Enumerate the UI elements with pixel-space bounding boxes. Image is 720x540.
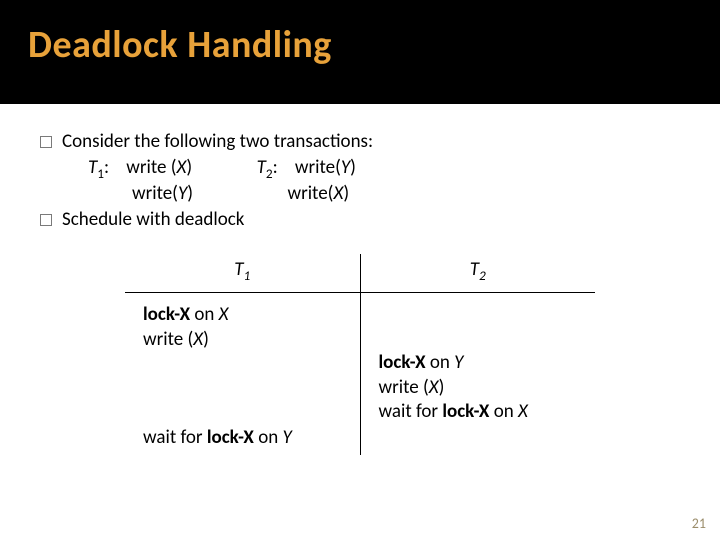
t1-sub: 1: [97, 165, 104, 182]
bullet-icon: [40, 214, 52, 226]
bullet-2-text: Schedule with deadlock: [62, 208, 244, 232]
t1-op2y: Y: [178, 182, 187, 205]
t1s3b: lock-X: [207, 426, 254, 449]
h2t: T: [470, 258, 479, 281]
t2s1a: lock-X: [379, 351, 426, 374]
slide-body: Consider the following two transactions:…: [0, 104, 720, 455]
t2-gap: [379, 303, 582, 351]
h1t: T: [234, 258, 243, 281]
t1-step-1: lock-X on X: [143, 303, 346, 328]
t2-label: T: [257, 156, 266, 179]
bullet-1-text: Consider the following two transactions:: [62, 130, 373, 154]
t1s2b: X: [193, 328, 203, 351]
deadlock-table: T1 T2 lock-X on X write (X) wait for loc…: [125, 254, 595, 455]
t2s3a: wait for: [379, 400, 443, 423]
cell-t2: lock-X on Y write (X) wait for lock-X on…: [360, 293, 595, 456]
title-bar: Deadlock Handling: [0, 0, 720, 104]
t1-label: T: [88, 156, 97, 179]
t1-op2a: write(: [132, 182, 178, 205]
t2-step-3: wait for lock-X on X: [379, 400, 582, 425]
t1s3a: wait for: [143, 426, 207, 449]
t2s3d: X: [518, 400, 528, 423]
gap1: [192, 156, 256, 179]
t2-step-2: write (X): [379, 376, 582, 401]
page-number: 21: [692, 515, 706, 532]
t2s2b: X: [429, 376, 439, 399]
t2-step-1: lock-X on Y: [379, 351, 582, 376]
slide-title: Deadlock Handling: [28, 22, 692, 68]
t2s3c: on: [489, 400, 518, 423]
t2-op2b: ): [343, 182, 349, 205]
t1-op1a: : write (: [104, 156, 177, 179]
t2s2a: write (: [379, 376, 429, 399]
t2s1b: on: [426, 351, 455, 374]
t1-gap: [143, 352, 346, 426]
t2s3b: lock-X: [442, 400, 489, 423]
col-header-t1: T1: [125, 254, 360, 293]
t2-op2a: write(: [287, 182, 333, 205]
t1s2a: write (: [143, 328, 193, 351]
bullet-2: Schedule with deadlock: [40, 208, 680, 232]
t2-sub: 2: [266, 165, 273, 182]
bullet-icon: [40, 136, 52, 148]
t1s1b: on: [190, 303, 219, 326]
t1s1a: lock-X: [143, 303, 190, 326]
gap2: [193, 182, 288, 205]
t2s1c: Y: [454, 351, 463, 374]
t2-op2x: X: [333, 182, 343, 205]
t1s3c: on: [254, 426, 283, 449]
slide: Deadlock Handling Consider the following…: [0, 0, 720, 540]
t1s2c: ): [203, 328, 209, 351]
bullet-1: Consider the following two transactions:: [40, 130, 680, 154]
t1-step-3: wait for lock-X on Y: [143, 426, 346, 451]
cell-t1: lock-X on X write (X) wait for lock-X on…: [125, 293, 360, 456]
h2s: 2: [479, 266, 486, 283]
col-header-t2: T2: [360, 254, 595, 293]
t2-op1y: Y: [341, 156, 350, 179]
schedule-table: T1 T2 lock-X on X write (X) wait for loc…: [125, 254, 595, 455]
h1s: 1: [244, 266, 251, 283]
table-row: lock-X on X write (X) wait for lock-X on…: [125, 293, 595, 456]
transactions-line-1: T1: write (X) T2: write(Y): [40, 156, 680, 182]
t2s2c: ): [439, 376, 445, 399]
t1-op1x: X: [177, 156, 187, 179]
t2-op1a: : write(: [273, 156, 341, 179]
table-header-row: T1 T2: [125, 254, 595, 293]
transactions-line-2: write(Y) write(X): [40, 182, 680, 206]
t1s3d: Y: [283, 426, 292, 449]
t1-step-2: write (X): [143, 328, 346, 353]
t2-op1b: ): [350, 156, 356, 179]
t1s1c: X: [219, 303, 229, 326]
